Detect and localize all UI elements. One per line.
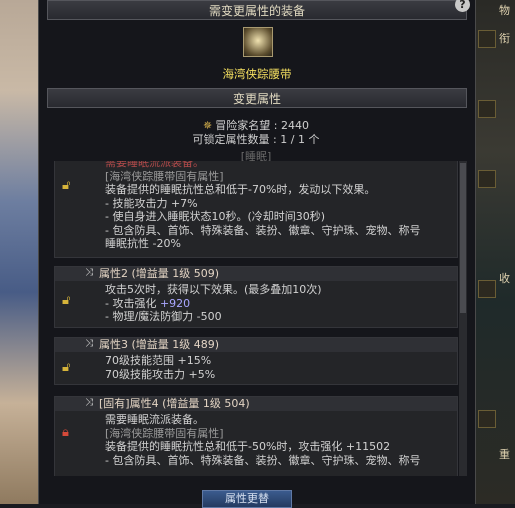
side-item-icon[interactable]: [478, 410, 496, 428]
side-item-icon[interactable]: [478, 280, 496, 298]
line: 睡眠抗性 -20%: [105, 237, 181, 250]
line: 攻击5次时，获得以下效果。(最多叠加10次): [105, 283, 322, 296]
side-label: 收: [499, 272, 510, 285]
line: - 使自身进入睡眠状态10秒。(冷却时间30秒): [105, 210, 326, 223]
side-item-icon[interactable]: [478, 100, 496, 118]
change-attribute-button[interactable]: 属性更替: [202, 490, 292, 508]
line: 需要睡眠流派装备。: [105, 413, 204, 426]
attribute-list-scrollbar[interactable]: [459, 161, 467, 476]
line: 装备提供的睡眠抗性总和低于-50%时，攻击强化 +11502: [105, 440, 391, 453]
attribute-row-2[interactable]: ⤨ 属性2 (增益量 1级 509) 🔓︎ 攻击5次时，获得以下效果。(最多叠加…: [54, 266, 458, 328]
shuffle-icon: ⤨: [85, 397, 93, 408]
shuffle-icon: ⤨: [85, 338, 93, 349]
line: [海湾侠踪腰带固有属性]: [105, 426, 224, 440]
line: 装备提供的睡眠抗性总和低于-70%时，发动以下效果。: [105, 183, 376, 196]
panel-header: 需变更属性的装备: [47, 0, 467, 20]
line: - 攻击强化 +920: [105, 296, 191, 310]
line: [海湾侠踪腰带固有属性]: [105, 169, 224, 183]
side-label: 物: [499, 4, 510, 17]
equipment-name: 海湾侠踪腰带: [222, 67, 292, 81]
row-title: [固有]属性4 (增益量 1级 504): [99, 397, 250, 410]
shuffle-icon: ⤨: [85, 267, 93, 278]
section-title: 变更属性: [232, 92, 281, 106]
attribute-list[interactable]: 🔓︎ 需要睡眠流派装备。 [海湾侠踪腰带固有属性] 装备提供的睡眠抗性总和低于-…: [54, 161, 458, 476]
background-right-panel: [474, 0, 515, 504]
line: 需要睡眠流派装备。: [105, 161, 204, 169]
lock-open-icon[interactable]: 🔓︎: [62, 178, 70, 193]
attribute-row-4[interactable]: ⤨ [固有]属性4 (增益量 1级 504) 🔒︎ 需要睡眠流派装备。 [海湾侠…: [54, 396, 458, 476]
help-icon[interactable]: ?: [455, 0, 470, 12]
row-title: 属性3 (增益量 1级 489): [99, 338, 220, 351]
side-label: 衔: [499, 32, 510, 45]
side-item-icon[interactable]: [478, 170, 496, 188]
background-left-scene: [0, 0, 40, 504]
panel-title: 需变更属性的装备: [208, 4, 305, 18]
side-label: 重: [499, 448, 510, 461]
line: 70级技能范围 +15%: [105, 354, 212, 367]
line: 70级技能攻击力 +5%: [105, 367, 216, 381]
lock-closed-icon[interactable]: 🔒︎: [62, 425, 69, 440]
lock-open-icon[interactable]: 🔓︎: [62, 360, 70, 375]
section-header: 变更属性: [47, 88, 467, 108]
line: - 包含防具、首饰、特殊装备、装扮、徽章、守护珠、宠物、称号: [105, 453, 421, 467]
lock-open-icon[interactable]: 🔓︎: [62, 293, 70, 308]
line: - 技能攻击力 +7%: [105, 196, 198, 210]
row-title: 属性2 (增益量 1级 509): [99, 267, 220, 280]
line: - 物理/魔法防御力 -500: [105, 310, 222, 323]
line: - 包含防具、首饰、特殊装备、装扮、徽章、守护珠、宠物、称号: [105, 223, 421, 237]
attribute-row-fixed[interactable]: 🔓︎ 需要睡眠流派装备。 [海湾侠踪腰带固有属性] 装备提供的睡眠抗性总和低于-…: [54, 161, 458, 258]
lock-count: 可锁定属性数量 : 1 / 1 个: [192, 133, 320, 146]
attribute-row-3[interactable]: ⤨ 属性3 (增益量 1级 489) 🔓︎ 70级技能范围 +15% 70级技能…: [54, 337, 458, 385]
equipment-slot-icon[interactable]: [243, 27, 273, 57]
side-item-icon[interactable]: [478, 30, 496, 48]
scrollbar-thumb[interactable]: [460, 163, 466, 313]
